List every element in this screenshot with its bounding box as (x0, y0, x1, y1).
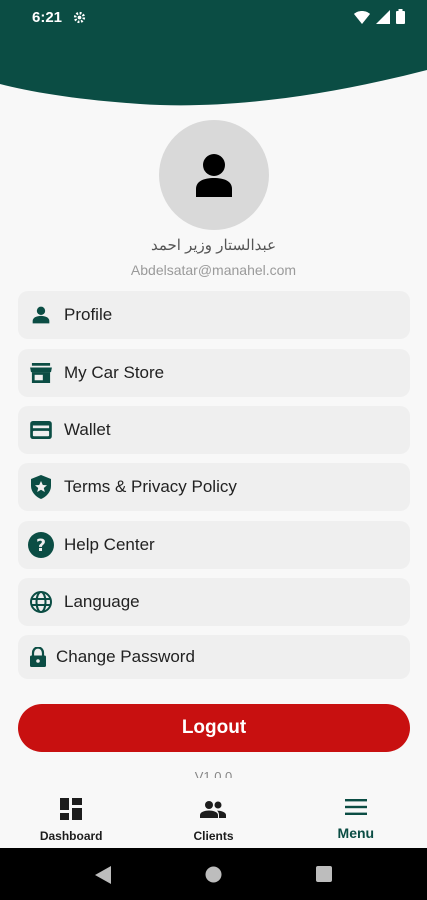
status-bar: 6:21 (0, 0, 427, 36)
person-avatar-icon (196, 154, 232, 197)
bottom-navigation: Dashboard Clients Menu (0, 780, 427, 848)
nav-label: Menu (337, 825, 375, 841)
menu-item-language[interactable]: Language (18, 578, 410, 626)
menu-item-label: Wallet (64, 420, 111, 439)
menu-item-label: Terms & Privacy Policy (64, 477, 237, 496)
wifi-icon (354, 10, 370, 28)
nav-label: Clients (193, 829, 234, 843)
nav-label: Dashboard (39, 829, 103, 843)
menu-item-change-password[interactable]: Change Password (18, 635, 410, 679)
menu-item-label: Language (64, 592, 140, 611)
lock-icon (28, 644, 48, 670)
people-icon (200, 798, 227, 825)
globe-icon (28, 589, 54, 615)
menu-item-label: Change Password (56, 647, 195, 666)
system-navigation-bar (0, 848, 427, 900)
version-text: V1.0.0 (194, 769, 233, 778)
settings-gear-icon (72, 10, 87, 29)
avatar[interactable] (159, 120, 269, 230)
home-icon[interactable] (205, 866, 222, 888)
signal-icon (376, 9, 390, 28)
recents-icon[interactable] (316, 866, 332, 887)
user-email: Abdelsatar@manahel.com (130, 262, 297, 278)
menu-item-label: Help Center (64, 535, 155, 554)
menu-item-label: My Car Store (64, 363, 165, 382)
person-icon (28, 302, 54, 328)
nav-item-dashboard[interactable]: Dashboard (0, 780, 142, 848)
store-icon (28, 360, 54, 386)
shield-star-icon (28, 474, 54, 500)
logout-button[interactable]: Logout (18, 704, 410, 752)
user-name: عبدالستار وزير احمد (150, 237, 277, 254)
help-icon: ? (28, 532, 54, 558)
menu-item-label: Profile (64, 305, 113, 324)
menu-item-terms-privacy[interactable]: Terms & Privacy Policy (18, 463, 410, 511)
back-icon[interactable] (95, 866, 111, 889)
menu-icon (344, 798, 367, 821)
menu-item-help-center[interactable]: ? Help Center (18, 521, 410, 569)
nav-item-clients[interactable]: Clients (142, 780, 284, 848)
status-time: 6:21 (32, 9, 63, 26)
menu-item-wallet[interactable]: Wallet (18, 406, 410, 454)
svg-text:?: ? (36, 536, 46, 556)
battery-icon (396, 9, 405, 28)
dashboard-icon (60, 798, 83, 825)
menu-item-profile[interactable]: Profile (18, 291, 410, 339)
nav-item-menu[interactable]: Menu (285, 780, 427, 848)
wallet-icon (28, 417, 54, 443)
menu-item-my-car-store[interactable]: My Car Store (18, 349, 410, 397)
